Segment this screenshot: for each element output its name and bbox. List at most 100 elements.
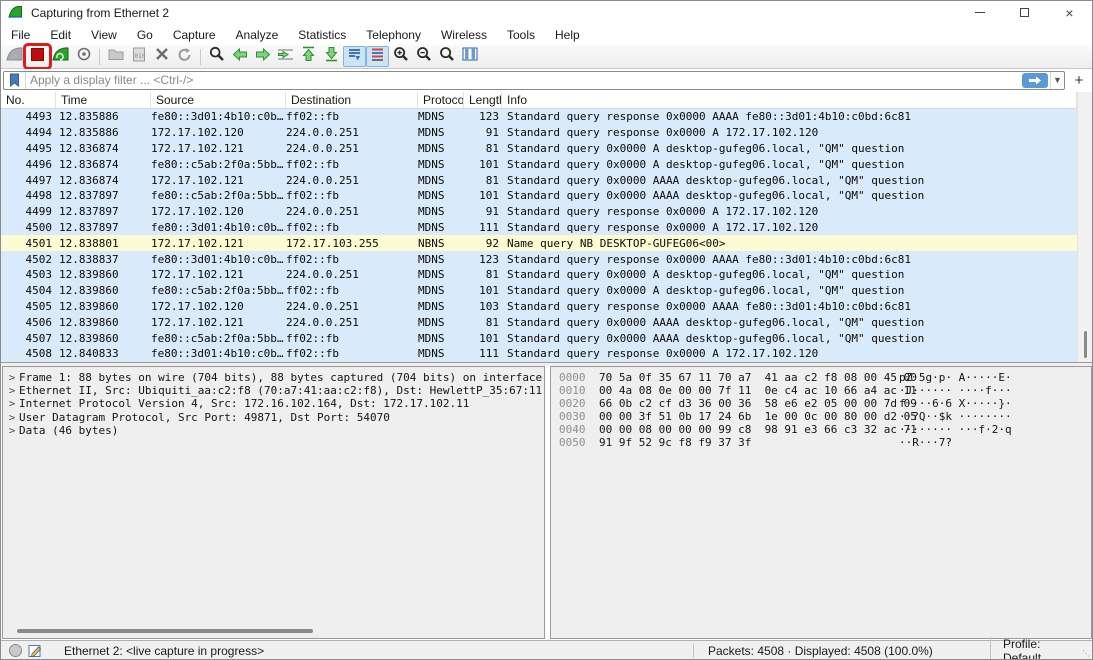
resize-grip[interactable]: ⋱ [1080,641,1092,660]
hex-ascii: ··R···7? [899,436,952,449]
detail-tree-row[interactable]: >User Datagram Protocol, Src Port: 49871… [5,411,544,424]
cell-info: Standard query response 0x0000 A 172.17.… [502,347,1077,360]
detail-tree-row[interactable]: >Frame 1: 88 bytes on wire (704 bits), 8… [5,371,544,384]
menu-item-capture[interactable]: Capture [163,26,226,44]
wireshark-logo-icon [8,5,23,20]
column-header-source[interactable]: Source [151,92,286,108]
restart-capture-button[interactable] [49,46,72,67]
hex-row[interactable]: 002066 0b c2 cf d3 36 00 36 58 e6 e2 05 … [559,397,1091,410]
cell-src: fe80::3d01:4b10:c0b… [151,110,286,123]
save-file-button[interactable]: 010 [127,46,150,67]
packet-row[interactable]: 449812.837897fe80::c5ab:2f0a:5bb…ff02::f… [1,188,1077,204]
packet-list-header: No. Time Source Destination Protocol Len… [1,92,1077,109]
packet-row[interactable]: 450312.839860172.17.102.121224.0.0.251MD… [1,267,1077,283]
menu-item-file[interactable]: File [1,26,40,44]
menu-item-telephony[interactable]: Telephony [356,26,431,44]
svg-text:010: 010 [134,53,145,60]
packet-row[interactable]: 450112.838801172.17.102.121172.17.103.25… [1,235,1077,251]
menu-bar: FileEditViewGoCaptureAnalyzeStatisticsTe… [1,24,1092,45]
filter-bookmark-button[interactable] [4,72,26,89]
go-to-bottom-button[interactable] [320,46,343,67]
expander-icon[interactable]: > [5,397,19,410]
packet-row[interactable]: 449712.836874172.17.102.121224.0.0.251MD… [1,172,1077,188]
menu-item-tools[interactable]: Tools [497,26,545,44]
packet-list-scrollbar[interactable] [1077,92,1092,362]
minimize-button[interactable] [957,1,1002,24]
column-header-info[interactable]: Info [502,92,1077,108]
packet-row[interactable]: 449312.835886fe80::3d01:4b10:c0b…ff02::f… [1,109,1077,125]
column-header-length[interactable]: Length [464,92,502,108]
column-header-destination[interactable]: Destination [286,92,418,108]
hex-row[interactable]: 003000 00 3f 51 0b 17 24 6b 1e 00 0c 00 … [559,410,1091,423]
packet-row[interactable]: 450512.839860172.17.102.120224.0.0.251MD… [1,299,1077,315]
stop-capture-button[interactable] [26,46,49,67]
display-filter-input[interactable] [26,73,1022,87]
packet-row[interactable]: 450612.839860172.17.102.121224.0.0.251MD… [1,314,1077,330]
cell-dst: 224.0.0.251 [286,268,418,281]
colorize-toggle[interactable] [366,46,389,67]
hex-row[interactable]: 001000 4a 08 0e 00 00 7f 11 0e c4 ac 10 … [559,384,1091,397]
open-file-button[interactable] [104,46,127,67]
filter-dropdown-button[interactable]: ▼ [1050,72,1064,89]
capture-options-button[interactable] [72,46,95,67]
expander-icon[interactable]: > [5,424,19,437]
packet-row[interactable]: 450712.839860fe80::c5ab:2f0a:5bb…ff02::f… [1,330,1077,346]
close-file-button[interactable] [150,46,173,67]
column-header-no[interactable]: No. [1,92,56,108]
detail-tree-row[interactable]: >Ethernet II, Src: Ubiquiti_aa:c2:f8 (70… [5,384,544,397]
expander-icon[interactable]: > [5,371,19,384]
apply-filter-button[interactable] [1022,73,1048,88]
menu-item-edit[interactable]: Edit [40,26,81,44]
packet-row[interactable]: 449912.837897172.17.102.120224.0.0.251MD… [1,204,1077,220]
go-back-button[interactable] [228,46,251,67]
stop-capture-icon [31,48,44,66]
expert-info-icon[interactable] [9,644,22,657]
auto-scroll-toggle[interactable] [343,46,366,67]
toolbar-separator [99,49,100,65]
hex-offset: 0010 [559,384,599,397]
packet-row[interactable]: 449612.836874fe80::c5ab:2f0a:5bb…ff02::f… [1,156,1077,172]
packet-row[interactable]: 450812.840833fe80::3d01:4b10:c0b…ff02::f… [1,346,1077,362]
hex-ascii: ·J······ ····f··· [899,384,1012,397]
hex-row[interactable]: 000070 5a 0f 35 67 11 70 a7 41 aa c2 f8 … [559,371,1091,384]
column-header-time[interactable]: Time [56,92,151,108]
menu-item-view[interactable]: View [81,26,127,44]
hex-row[interactable]: 005091 9f 52 9c f8 f9 37 3f··R···7? [559,436,1091,449]
go-to-top-button[interactable] [297,46,320,67]
packet-row[interactable]: 449412.835886172.17.102.120224.0.0.251MD… [1,125,1077,141]
wireshark-window: Capturing from Ethernet 2 × FileEditView… [0,0,1093,660]
capture-comment-icon[interactable] [28,644,42,658]
zoom-out-button[interactable] [412,46,435,67]
maximize-button[interactable] [1002,1,1047,24]
packet-row[interactable]: 450212.838837fe80::3d01:4b10:c0b…ff02::f… [1,251,1077,267]
detail-tree-row[interactable]: >Internet Protocol Version 4, Src: 172.1… [5,397,544,410]
hex-row[interactable]: 004000 00 08 00 00 00 99 c8 98 91 e3 66 … [559,423,1091,436]
expander-icon[interactable]: > [5,411,19,424]
filter-bar: ▼ + [1,69,1092,92]
menu-item-statistics[interactable]: Statistics [288,26,356,44]
resize-columns-button[interactable] [458,46,481,67]
column-header-protocol[interactable]: Protocol [418,92,464,108]
go-forward-button[interactable] [251,46,274,67]
menu-item-wireless[interactable]: Wireless [431,26,497,44]
reload-button[interactable] [173,46,196,67]
packet-row[interactable]: 449512.836874172.17.102.121224.0.0.251MD… [1,141,1077,157]
find-packet-button[interactable] [205,46,228,67]
zoom-original-button[interactable] [435,46,458,67]
detail-tree-row[interactable]: >Data (46 bytes) [5,424,544,437]
add-filter-button[interactable]: + [1069,72,1089,89]
zoom-in-button[interactable] [389,46,412,67]
close-button[interactable]: × [1047,1,1092,24]
details-hscrollbar-thumb[interactable] [17,629,313,633]
menu-item-go[interactable]: Go [127,26,163,44]
go-to-packet-button[interactable] [274,46,297,67]
scrollbar-thumb[interactable] [1084,331,1087,358]
menu-item-help[interactable]: Help [545,26,590,44]
menu-item-analyze[interactable]: Analyze [226,26,289,44]
packet-row[interactable]: 450412.839860fe80::c5ab:2f0a:5bb…ff02::f… [1,283,1077,299]
expander-icon[interactable]: > [5,384,19,397]
start-capture-button[interactable] [3,46,26,67]
cell-len: 123 [464,253,502,266]
profile-text[interactable]: Profile: Default [990,637,1080,660]
packet-row[interactable]: 450012.837897fe80::3d01:4b10:c0b…ff02::f… [1,220,1077,236]
